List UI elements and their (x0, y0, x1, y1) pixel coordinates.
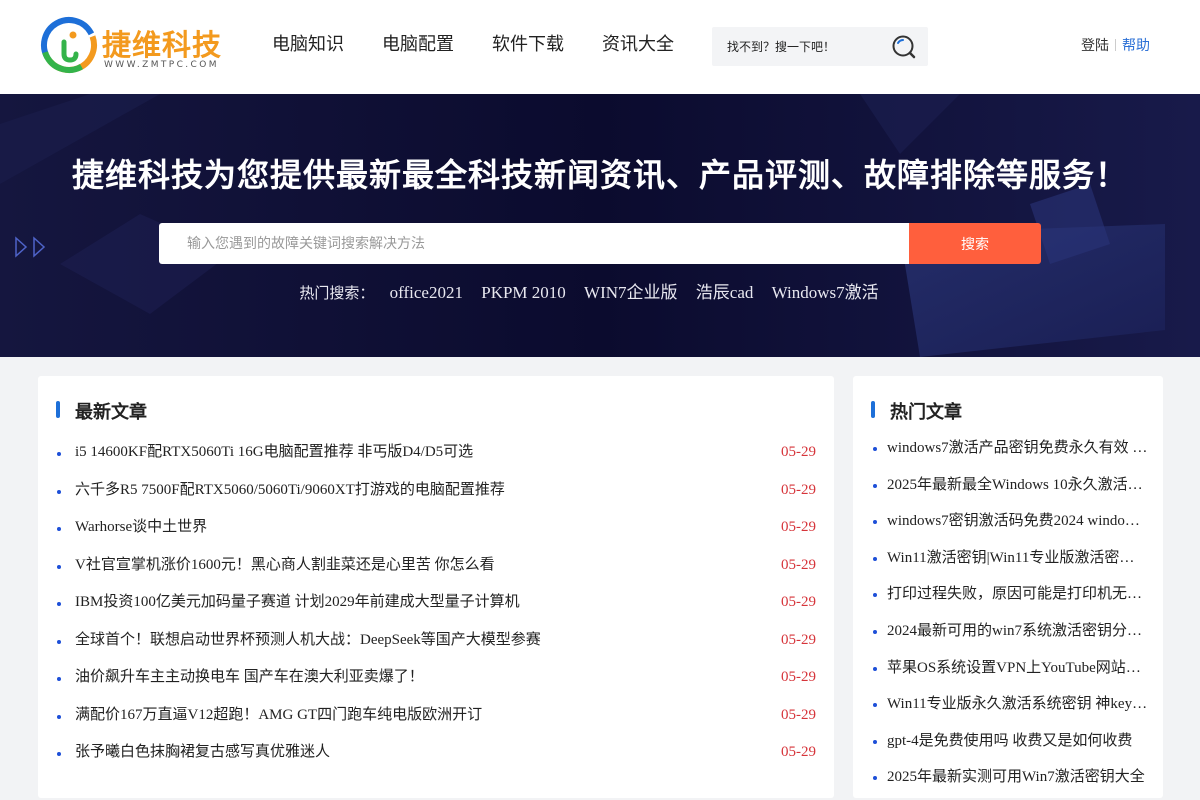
article-title[interactable]: windows7激活产品密钥免费永久有效 2025 (887, 430, 1149, 467)
divider (1115, 39, 1116, 51)
list-item[interactable]: 2025年最新实测可用Win7激活密钥大全 (853, 759, 1163, 796)
list-item[interactable]: V社官宣掌机涨价1600元！黑心商人割韭菜还是心里苦 你怎么看 05-29 (38, 547, 834, 585)
logo-mark-icon (41, 16, 97, 73)
hot-search-terms: 热门搜索： office2021 PKPM 2010 WIN7企业版 浩辰cad… (0, 278, 1185, 303)
list-item[interactable]: Win11激活密钥|Win11专业版激活密钥大全 (853, 540, 1163, 577)
article-date: 05-29 (781, 481, 816, 498)
list-item[interactable]: windows7激活产品密钥免费永久有效 2025 (853, 430, 1163, 467)
article-title[interactable]: V社官宣掌机涨价1600元！黑心商人割韭菜还是心里苦 你怎么看 (75, 547, 495, 585)
list-item[interactable]: Win11专业版永久激活系统密钥 神key大全 (853, 686, 1163, 723)
logo-url-text: WWW.ZMTPC.COM (104, 60, 219, 70)
article-date: 05-29 (781, 444, 816, 460)
list-item[interactable]: 六千多R5 7500F配RTX5060/5060Ti/9060XT打游戏的电脑配… (38, 472, 834, 510)
main-nav: 电脑知识 电脑配置 软件下载 资讯大全 (272, 30, 674, 56)
article-title[interactable]: 全球首个！联想启动世界杯预测人机大战：DeepSeek等国产大模型参赛 (75, 622, 541, 660)
article-title[interactable]: gpt-4是免费使用吗 收费又是如何收费 (887, 723, 1132, 760)
list-item[interactable]: windows7密钥激活码免费2024 windows7旗舰版 (853, 503, 1163, 540)
site-logo[interactable]: 捷维科技 WWW.ZMTPC.COM (40, 16, 225, 76)
article-title[interactable]: Win11激活密钥|Win11专业版激活密钥大全 (887, 540, 1149, 577)
article-date: 05-29 (781, 669, 816, 685)
main-search-button[interactable]: 搜索 (909, 223, 1041, 264)
nav-item-computer-config[interactable]: 电脑配置 (382, 30, 454, 56)
main-search: 搜索 (159, 223, 1041, 264)
list-item[interactable]: 打印过程失败，原因可能是打印机无法连接 (853, 576, 1163, 613)
nav-item-software-download[interactable]: 软件下载 (492, 30, 564, 56)
user-links: 登陆 帮助 (1081, 35, 1150, 55)
article-title[interactable]: 2024最新可用的win7系统激活密钥分享大全 (887, 613, 1149, 650)
panel-title: 最新文章 (56, 398, 147, 423)
hero-banner: 捷维科技为您提供最新最全科技新闻资讯、产品评测、故障排除等服务！ 搜索 热门搜索… (0, 94, 1200, 357)
search-icon[interactable] (890, 33, 917, 60)
article-title[interactable]: Warhorse谈中土世界 (75, 509, 207, 547)
article-date: 05-29 (781, 631, 816, 648)
help-link[interactable]: 帮助 (1122, 38, 1150, 54)
article-title[interactable]: 2025年最新最全Windows 10永久激活密钥 (887, 467, 1149, 504)
banner-title: 捷维科技为您提供最新最全科技新闻资讯、产品评测、故障排除等服务！ (71, 156, 1128, 194)
header-search (712, 27, 928, 66)
article-title[interactable]: windows7密钥激活码免费2024 windows7旗舰版 (887, 503, 1149, 540)
article-title[interactable]: 六千多R5 7500F配RTX5060/5060Ti/9060XT打游戏的电脑配… (75, 472, 505, 510)
logo-text: 捷维科技 (102, 28, 223, 62)
hot-term[interactable]: PKPM 2010 (481, 283, 566, 302)
article-title[interactable]: 张予曦白色抹胸裙复古感写真优雅迷人 (75, 734, 330, 772)
article-title[interactable]: i5 14600KF配RTX5060Ti 16G电脑配置推荐 非丐版D4/D5可… (75, 434, 473, 472)
hot-term[interactable]: 浩辰cad (696, 283, 754, 302)
article-date: 05-29 (781, 594, 816, 610)
latest-articles-list: i5 14600KF配RTX5060Ti 16G电脑配置推荐 非丐版D4/D5可… (38, 434, 834, 772)
main-search-input[interactable] (159, 223, 909, 264)
list-item[interactable]: gpt-4是免费使用吗 收费又是如何收费 (853, 723, 1163, 760)
list-item[interactable]: 苹果OS系统设置VPN上YouTube网站的方法 (853, 650, 1163, 687)
article-title[interactable]: 打印过程失败，原因可能是打印机无法连接 (887, 576, 1149, 613)
list-item[interactable]: 2024最新可用的win7系统激活密钥分享大全 (853, 613, 1163, 650)
article-date: 05-29 (781, 519, 816, 535)
list-item[interactable]: 张予曦白色抹胸裙复古感写真优雅迷人 05-29 (38, 734, 834, 772)
hot-term[interactable]: WIN7企业版 (584, 283, 677, 302)
hot-search-label: 热门搜索： (299, 284, 375, 302)
hot-term[interactable]: Windows7激活 (772, 283, 879, 302)
article-title[interactable]: IBM投资100亿美元加码量子赛道 计划2029年前建成大型量子计算机 (75, 584, 520, 622)
list-item[interactable]: 满配价167万直逼V12超跑！AMG GT四门跑车纯电版欧洲开订 05-29 (38, 697, 834, 735)
article-title[interactable]: 2025年最新实测可用Win7激活密钥大全 (887, 759, 1145, 796)
list-item[interactable]: Warhorse谈中土世界 05-29 (38, 509, 834, 547)
panel-title: 热门文章 (871, 398, 962, 423)
latest-articles-panel: 最新文章 i5 14600KF配RTX5060Ti 16G电脑配置推荐 非丐版D… (38, 376, 834, 798)
article-title[interactable]: 苹果OS系统设置VPN上YouTube网站的方法 (887, 650, 1149, 687)
nav-item-computer-knowledge[interactable]: 电脑知识 (272, 30, 344, 56)
hot-articles-list: windows7激活产品密钥免费永久有效 2025 2025年最新最全Windo… (853, 430, 1163, 796)
list-item[interactable]: 全球首个！联想启动世界杯预测人机大战：DeepSeek等国产大模型参赛 05-29 (38, 622, 834, 660)
header-search-input[interactable] (712, 27, 892, 66)
login-link[interactable]: 登陆 (1081, 38, 1109, 54)
hot-articles-panel: 热门文章 windows7激活产品密钥免费永久有效 2025 2025年最新最全… (853, 376, 1163, 798)
article-title[interactable]: 油价飙升车主主动换电车 国产车在澳大利亚卖爆了！ (75, 659, 424, 697)
article-title[interactable]: 满配价167万直逼V12超跑！AMG GT四门跑车纯电版欧洲开订 (75, 697, 482, 735)
list-item[interactable]: 2025年最新最全Windows 10永久激活密钥 (853, 467, 1163, 504)
article-title[interactable]: Win11专业版永久激活系统密钥 神key大全 (887, 686, 1149, 723)
hot-term[interactable]: office2021 (390, 283, 463, 302)
article-date: 05-29 (781, 706, 816, 723)
site-header: 捷维科技 WWW.ZMTPC.COM 电脑知识 电脑配置 软件下载 资讯大全 登… (0, 0, 1200, 94)
nav-item-news[interactable]: 资讯大全 (602, 30, 674, 56)
list-item[interactable]: IBM投资100亿美元加码量子赛道 计划2029年前建成大型量子计算机 05-29 (38, 584, 834, 622)
article-date: 05-29 (781, 744, 816, 760)
article-date: 05-29 (781, 556, 816, 573)
list-item[interactable]: 油价飙升车主主动换电车 国产车在澳大利亚卖爆了！ 05-29 (38, 659, 834, 697)
list-item[interactable]: i5 14600KF配RTX5060Ti 16G电脑配置推荐 非丐版D4/D5可… (38, 434, 834, 472)
